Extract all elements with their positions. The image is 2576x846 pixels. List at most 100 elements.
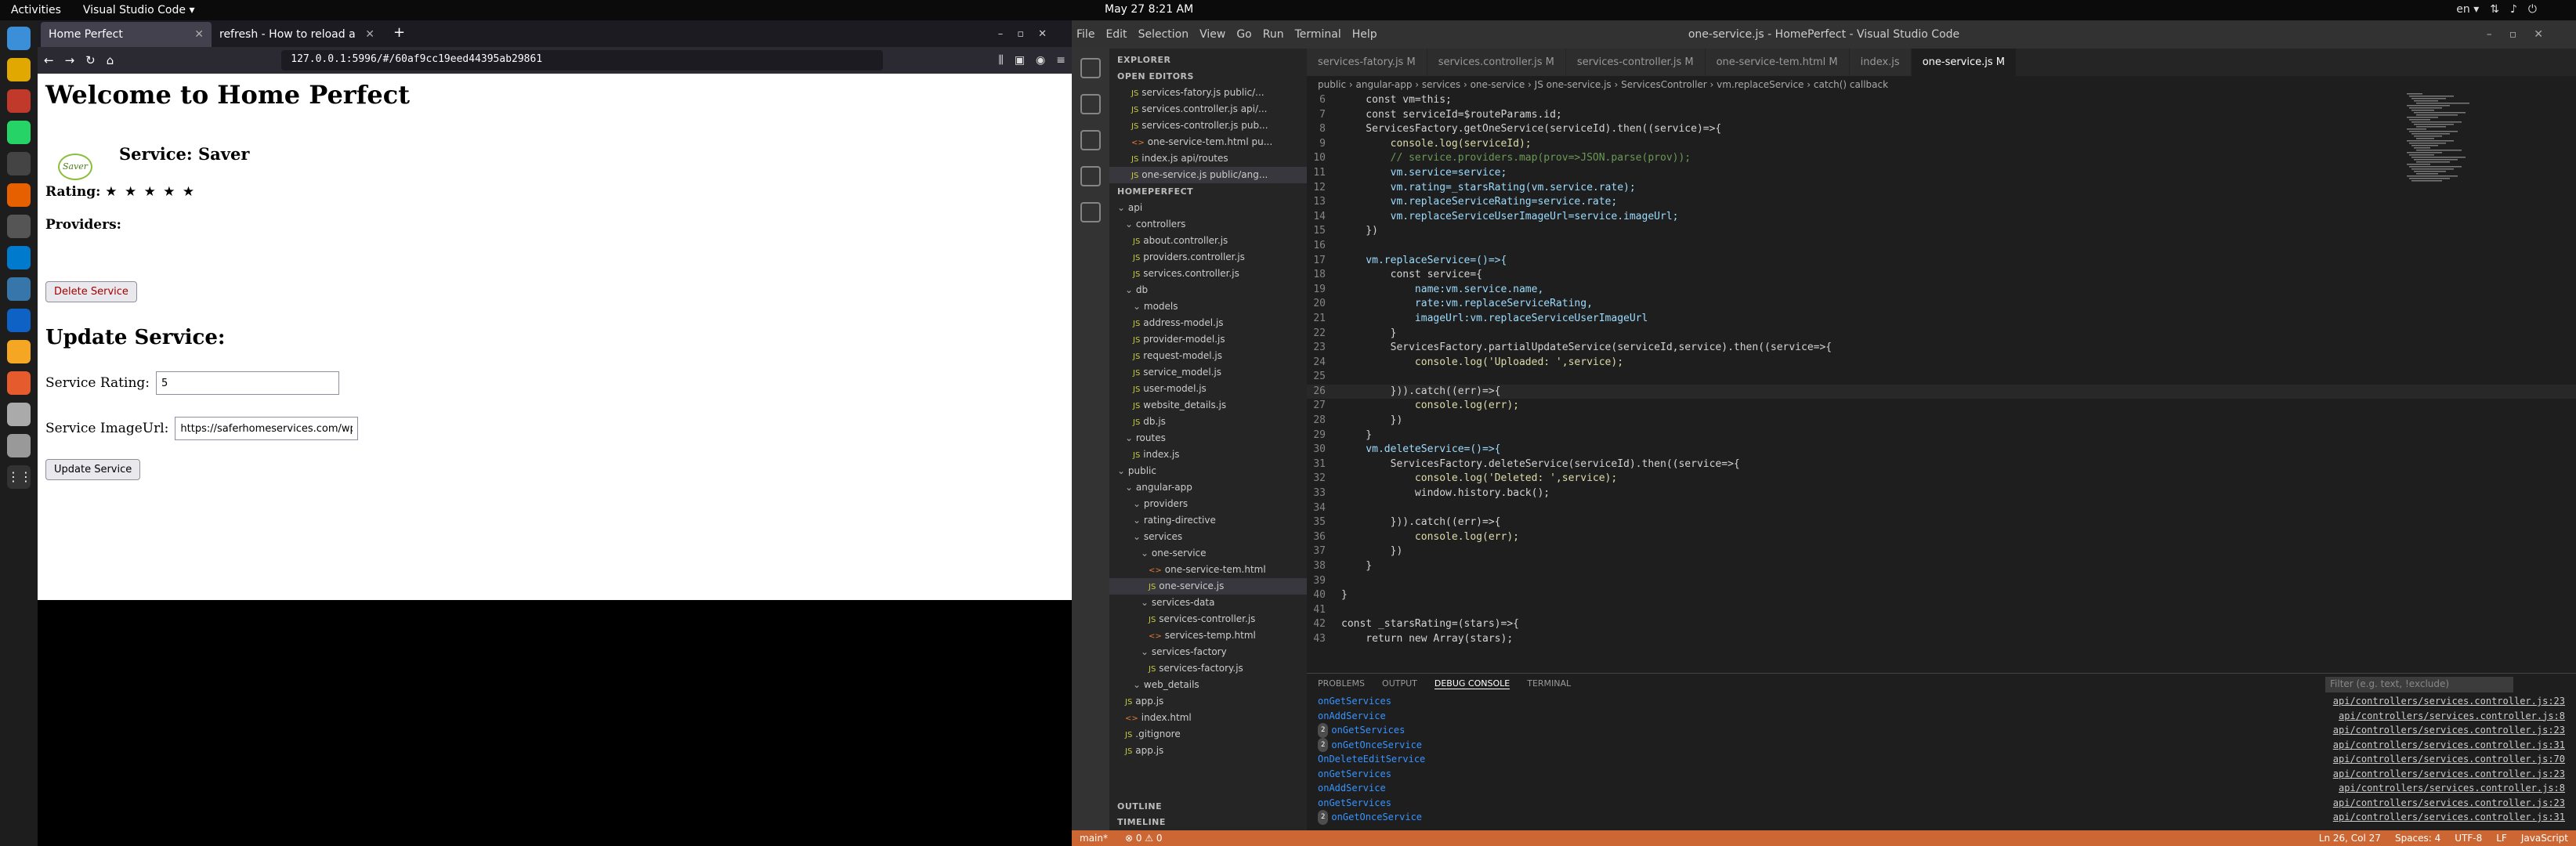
menu-item[interactable]: View (1199, 28, 1225, 41)
tree-file[interactable]: JS db.js (1109, 414, 1307, 430)
open-editor-item[interactable]: JS services-fatory.js public/... (1109, 85, 1307, 101)
tree-file[interactable]: JS services.controller.js (1109, 266, 1307, 282)
source-link[interactable]: api/controllers/services.controller.js:2… (2333, 723, 2565, 738)
reload-icon[interactable]: ↻ (85, 53, 96, 67)
volume-icon[interactable]: ♪ (2510, 3, 2517, 16)
tree-folder[interactable]: ⌄ angular-app (1109, 479, 1307, 496)
editor-tab[interactable]: services-fatory.js M (1307, 49, 1427, 76)
indentation[interactable]: Spaces: 4 (2395, 833, 2440, 844)
outline-header[interactable]: OUTLINE (1109, 798, 1170, 815)
tree-file[interactable]: JS app.js (1109, 693, 1307, 710)
forward-icon[interactable]: → (65, 53, 75, 67)
tree-file[interactable]: JS user-model.js (1109, 381, 1307, 397)
tree-file[interactable]: <> services-temp.html (1109, 627, 1307, 644)
source-link[interactable]: api/controllers/services.controller.js:7… (2333, 752, 2565, 767)
tree-file[interactable]: JS index.js (1109, 446, 1307, 463)
tree-folder[interactable]: ⌄ one-service (1109, 545, 1307, 562)
tree-folder[interactable]: ⌄ controllers (1109, 216, 1307, 233)
editor-tab[interactable]: one-service.js M (1911, 49, 2017, 76)
tree-file[interactable]: JS services-factory.js (1109, 660, 1307, 677)
tree-folder[interactable]: ⌄ web_details (1109, 677, 1307, 693)
open-editor-item[interactable]: JS services.controller.js api/... (1109, 101, 1307, 118)
clock[interactable]: May 27 8:21 AM (1105, 3, 1193, 16)
update-service-button[interactable]: Update Service (45, 459, 141, 480)
browser-tab[interactable]: refresh - How to reload a ✕ (212, 22, 382, 47)
menu-item[interactable]: Go (1236, 28, 1251, 41)
open-editor-item[interactable]: JS one-service.js public/ang... (1109, 167, 1307, 183)
menu-item[interactable]: Selection (1138, 28, 1189, 41)
project-header[interactable]: HOMEPERFECT (1109, 183, 1307, 200)
app-icon[interactable] (7, 89, 31, 113)
tree-file[interactable]: JS about.controller.js (1109, 233, 1307, 249)
tree-file[interactable]: JS .gitignore (1109, 726, 1307, 743)
app-icon[interactable] (7, 403, 31, 426)
power-icon[interactable]: ⏻ (2528, 3, 2537, 16)
tree-folder[interactable]: ⌄ routes (1109, 430, 1307, 446)
editor-tab[interactable]: services.controller.js M (1427, 49, 1566, 76)
tree-file[interactable]: JS app.js (1109, 743, 1307, 759)
timeline-header[interactable]: TIMELINE (1109, 814, 1174, 830)
network-icon[interactable]: ⇅ (2490, 3, 2499, 16)
files-icon[interactable] (7, 27, 31, 50)
editor-tab[interactable]: services-controller.js M (1565, 49, 1706, 76)
url-bar[interactable]: 127.0.0.1:5996/#/60af9cc19eed44395ab2986… (281, 50, 884, 70)
menu-item[interactable]: Edit (1105, 28, 1127, 41)
panel-tab[interactable]: OUTPUT (1382, 678, 1417, 689)
app-icon[interactable] (7, 215, 31, 238)
tree-folder[interactable]: ⌄ public (1109, 463, 1307, 479)
sidebar-icon[interactable]: ▣ (1015, 54, 1025, 67)
active-app-menu[interactable]: Visual Studio Code ▾ (72, 4, 206, 16)
tree-file[interactable]: JS services-controller.js (1109, 611, 1307, 627)
problems-count[interactable]: ⊗ 0 ⚠ 0 (1125, 833, 1163, 844)
activities-button[interactable]: Activities (0, 4, 72, 16)
tree-file[interactable]: <> index.html (1109, 710, 1307, 726)
menu-item[interactable]: Help (1352, 28, 1377, 41)
delete-service-button[interactable]: Delete Service (45, 281, 137, 302)
back-icon[interactable]: ← (44, 53, 54, 67)
breadcrumb[interactable]: public › angular-app › services › one-se… (1307, 76, 2576, 93)
search-icon[interactable] (1080, 94, 1101, 114)
open-editor-item[interactable]: <> one-service-tem.html pu... (1109, 134, 1307, 150)
app-icon[interactable] (7, 58, 31, 81)
console-filter-input[interactable]: Filter (e.g. text, !exclude) (2325, 677, 2513, 692)
menu-item[interactable]: Terminal (1295, 28, 1341, 41)
git-branch[interactable]: main* (1080, 833, 1108, 844)
minimap[interactable] (2404, 93, 2482, 187)
source-link[interactable]: api/controllers/services.controller.js:8 (2339, 709, 2565, 724)
tree-folder[interactable]: ⌄ db (1109, 282, 1307, 298)
language-indicator[interactable]: en ▾ (2456, 3, 2479, 16)
tree-file[interactable]: JS website_details.js (1109, 397, 1307, 414)
source-link[interactable]: api/controllers/services.controller.js:2… (2333, 767, 2565, 782)
rating-input[interactable] (156, 371, 340, 395)
app-icon[interactable] (7, 309, 31, 332)
explorer-icon[interactable] (1080, 58, 1101, 78)
window-controls[interactable]: –▫✕ (2487, 28, 2560, 41)
open-editors-header[interactable]: OPEN EDITORS (1109, 68, 1307, 85)
tree-folder[interactable]: ⌄ providers (1109, 496, 1307, 512)
menu-item[interactable]: Run (1263, 28, 1284, 41)
close-icon[interactable]: ✕ (365, 28, 374, 41)
image-url-input[interactable] (175, 417, 359, 440)
source-link[interactable]: api/controllers/services.controller.js:8 (2339, 781, 2565, 796)
tree-file[interactable]: JS service_model.js (1109, 364, 1307, 381)
line-ending[interactable]: LF (2496, 833, 2507, 844)
source-link[interactable]: api/controllers/services.controller.js:2… (2333, 694, 2565, 709)
source-control-icon[interactable] (1080, 130, 1101, 150)
tree-folder[interactable]: ⌄ services (1109, 529, 1307, 545)
window-controls[interactable]: –▫✕ (987, 28, 1072, 47)
vscode-icon[interactable] (7, 246, 31, 269)
editor-tab[interactable]: index.js (1849, 49, 1912, 76)
tree-file[interactable]: JS providers.controller.js (1109, 249, 1307, 266)
tree-file[interactable]: <> one-service-tem.html (1109, 562, 1307, 578)
firefox-icon[interactable] (7, 183, 31, 207)
editor-tab[interactable]: one-service-tem.html M (1705, 49, 1850, 76)
show-apps-icon[interactable]: ⋮⋮ (7, 465, 32, 489)
open-editor-item[interactable]: JS services-controller.js pub... (1109, 118, 1307, 134)
open-editor-item[interactable]: JS index.js api/routes (1109, 150, 1307, 167)
tree-file[interactable]: JS one-service.js (1109, 578, 1307, 595)
terminal-icon[interactable] (7, 152, 31, 175)
tree-folder[interactable]: ⌄ models (1109, 298, 1307, 315)
tree-folder[interactable]: ⌄ api (1109, 200, 1307, 216)
app-icon[interactable] (7, 277, 31, 301)
browser-tab-active[interactable]: Home Perfect ✕ (41, 22, 212, 47)
